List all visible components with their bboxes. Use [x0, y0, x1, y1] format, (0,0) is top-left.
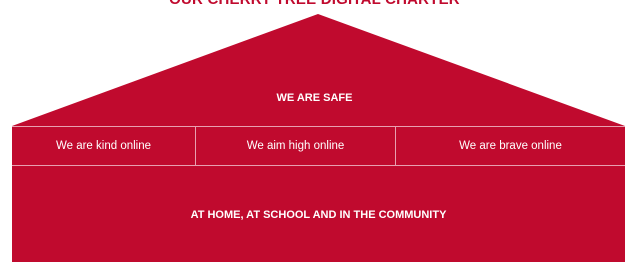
roof-triangle [12, 14, 625, 126]
base-label: AT HOME, AT SCHOOL AND IN THE COMMUNITY [190, 209, 447, 221]
pillar-label: We aim high online [246, 140, 345, 152]
pillar-label: We are kind online [55, 140, 152, 152]
pillars-row: We are kind online We aim high online We… [12, 126, 625, 166]
pillar-kind: We are kind online [12, 127, 195, 165]
pillar-label: We are brave online [459, 140, 562, 152]
pillar-brave: We are brave online [395, 127, 625, 165]
roof-label: WE ARE SAFE [276, 92, 353, 104]
pillar-aim-high: We aim high online [195, 127, 395, 165]
